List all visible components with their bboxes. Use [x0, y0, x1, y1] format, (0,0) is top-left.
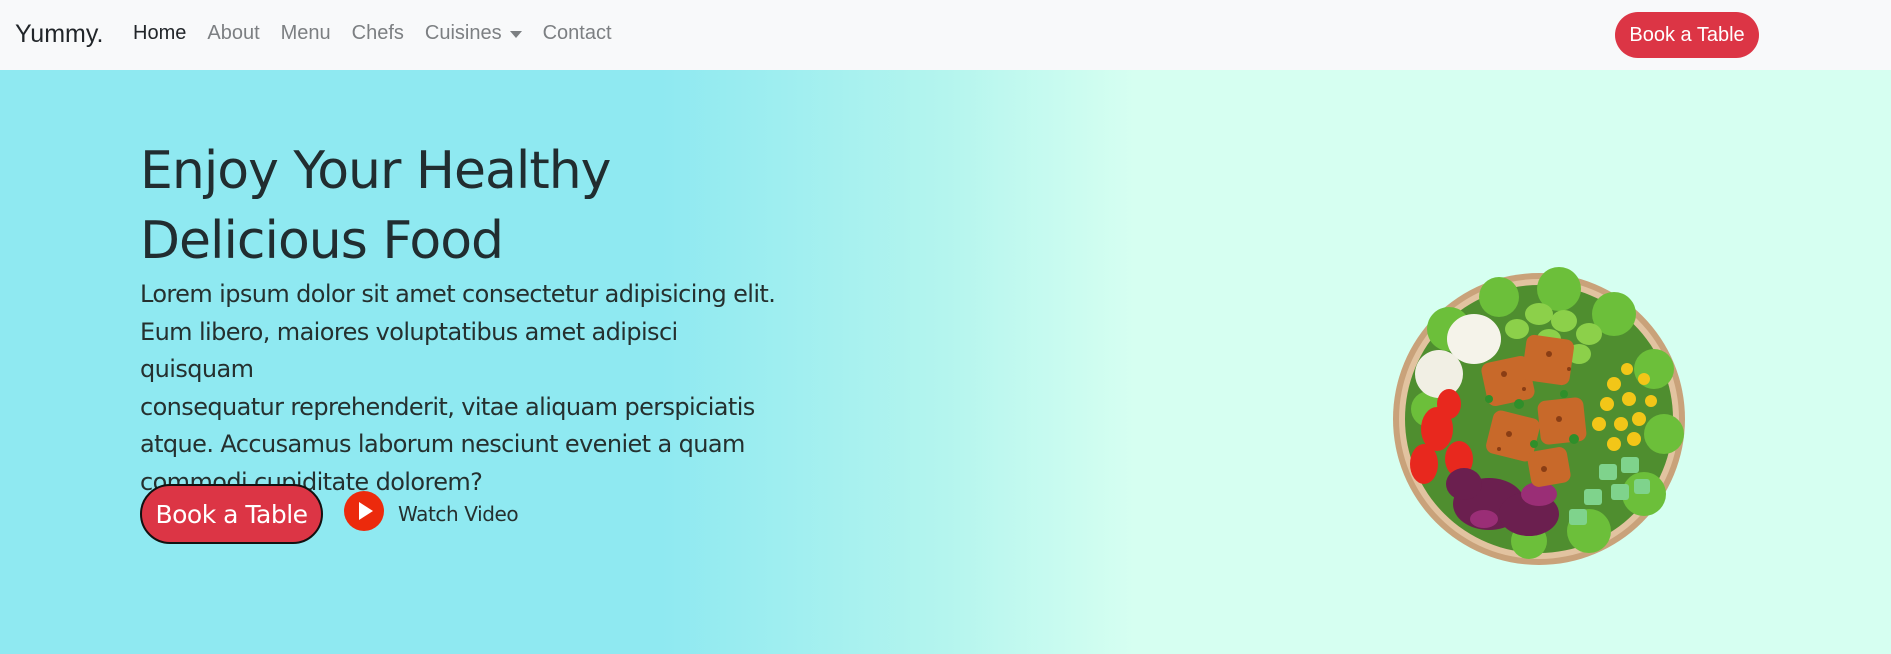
nav-menu: Home About Menu Chefs Cuisines Contact — [133, 22, 633, 45]
navbar: Yummy. Home About Menu Chefs Cuisines Co… — [0, 0, 1891, 70]
hero-title-line-1: Enjoy Your Healthy — [140, 141, 611, 201]
nav-item-home[interactable]: Home — [133, 22, 186, 45]
hero-book-table-button[interactable]: Book a Table — [140, 484, 323, 544]
nav-item-chefs[interactable]: Chefs — [352, 22, 404, 45]
watch-video-link[interactable]: Watch Video — [344, 488, 519, 534]
hero-description-line: Eum libero, maiores voluptatibus amet ad… — [140, 317, 678, 384]
hero-description-line: Lorem ipsum dolor sit amet consectetur a… — [140, 280, 776, 308]
nav-item-cuisines-label: Cuisines — [424, 22, 502, 44]
hero-title-line-2: Delicious Food — [140, 211, 504, 271]
brand-logo[interactable]: Yummy. — [15, 20, 103, 49]
chevron-down-icon — [509, 30, 522, 38]
hero-description: Lorem ipsum dolor sit amet consectetur a… — [140, 276, 780, 501]
hero-title: Enjoy Your Healthy Delicious Food — [140, 136, 760, 276]
hero-description-line: atque. Accusamus laborum nesciunt evenie… — [140, 430, 745, 458]
hero-section: Enjoy Your Healthy Delicious Food Lorem … — [0, 70, 1891, 654]
nav-book-table-button[interactable]: Book a Table — [1615, 12, 1759, 58]
nav-item-contact[interactable]: Contact — [543, 22, 612, 45]
watch-video-label: Watch Video — [398, 502, 519, 526]
nav-item-about[interactable]: About — [207, 22, 259, 45]
salad-bowl-image — [1393, 267, 1685, 565]
nav-item-cuisines[interactable]: Cuisines — [425, 22, 522, 45]
play-icon — [344, 491, 384, 531]
nav-item-menu[interactable]: Menu — [281, 22, 331, 45]
hero-description-line: consequatur reprehenderit, vitae aliquam… — [140, 392, 755, 421]
